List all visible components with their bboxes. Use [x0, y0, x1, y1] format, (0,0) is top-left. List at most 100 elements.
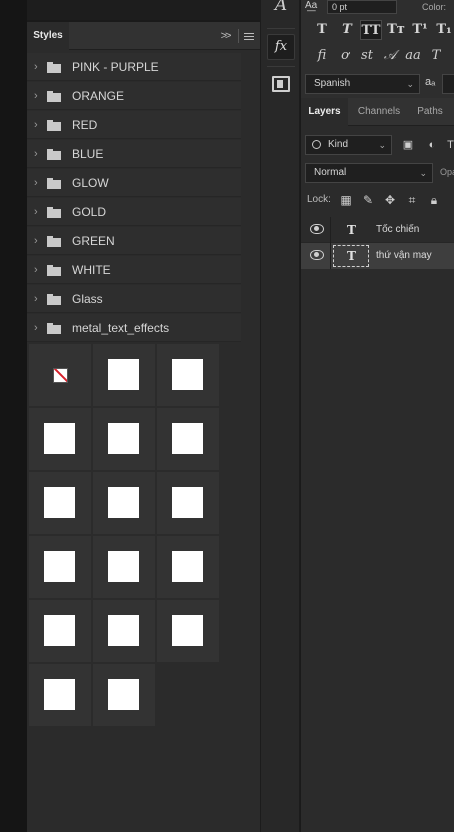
tracking-icon: A͟a — [305, 0, 318, 11]
tracking-input[interactable]: 0 pt — [327, 0, 397, 14]
visibility-eye-icon[interactable] — [310, 224, 324, 234]
style-group-row[interactable]: › WHITE — [27, 256, 241, 284]
tab-layers[interactable]: Layers — [301, 98, 348, 126]
lock-transparent-pixels-icon[interactable]: ▦ — [339, 193, 353, 207]
tab-styles[interactable]: Styles — [27, 22, 69, 50]
chevron-right-icon[interactable]: › — [34, 292, 38, 306]
layers-panel-tabs: Layers Channels Paths — [301, 98, 454, 126]
visibility-eye-icon[interactable] — [310, 250, 324, 260]
layer-row[interactable]: T Tốc chiến — [301, 217, 454, 243]
folder-icon — [47, 294, 61, 305]
swash-button[interactable]: 𝒜 — [379, 46, 401, 66]
chevron-right-icon[interactable]: › — [34, 234, 38, 248]
folder-icon — [47, 265, 61, 276]
style-group-label: GLOW — [72, 176, 109, 190]
folder-icon — [47, 207, 61, 218]
style-swatch[interactable] — [93, 536, 155, 598]
style-swatch[interactable] — [93, 664, 155, 726]
folder-icon — [47, 149, 61, 160]
default-style-swatch[interactable] — [29, 344, 91, 406]
style-swatch[interactable] — [157, 344, 219, 406]
language-select[interactable]: Spanish ⌄ — [305, 74, 420, 94]
styles-panel: Styles >> › PINK - PURPLE › ORANGE › RED › BLUE… — [27, 22, 260, 832]
blend-mode-select[interactable]: Normal ⌄ — [305, 163, 433, 183]
type-filter-icon[interactable]: T — [447, 138, 454, 152]
chevron-right-icon[interactable]: › — [34, 147, 38, 161]
lock-artboard-icon[interactable]: ⌗ — [405, 193, 419, 207]
style-swatch[interactable] — [157, 600, 219, 662]
pixel-filter-icon[interactable]: ▣ — [401, 138, 415, 152]
layer-comp-icon[interactable] — [272, 76, 290, 92]
discretionary-ligatures-button[interactable]: st — [356, 46, 378, 66]
style-swatch-preview — [44, 679, 75, 710]
character-panel-icon[interactable]: A — [271, 0, 291, 16]
chevron-right-icon[interactable]: › — [34, 263, 38, 277]
lock-position-icon[interactable]: ✥ — [383, 193, 397, 207]
styles-fx-button[interactable]: fx — [267, 34, 295, 60]
style-swatch[interactable] — [93, 600, 155, 662]
header-divider — [238, 29, 239, 43]
style-swatch[interactable] — [157, 472, 219, 534]
style-swatch[interactable] — [29, 664, 91, 726]
style-group-row[interactable]: › GREEN — [27, 227, 241, 255]
style-swatch[interactable] — [29, 472, 91, 534]
style-swatch[interactable] — [29, 536, 91, 598]
antialias-select[interactable] — [442, 74, 454, 94]
dock-divider — [267, 28, 295, 29]
all-caps-button[interactable]: TT — [360, 20, 382, 40]
style-group-row[interactable]: › metal_text_effects — [27, 314, 241, 342]
folder-icon — [47, 91, 61, 102]
style-swatch[interactable] — [93, 472, 155, 534]
style-group-row[interactable]: › GOLD — [27, 198, 241, 226]
chevron-right-icon[interactable]: › — [34, 118, 38, 132]
faux-italic-button[interactable]: T — [336, 20, 358, 40]
lock-image-pixels-icon[interactable]: ✎ — [361, 193, 375, 207]
style-swatch[interactable] — [93, 408, 155, 470]
style-group-row[interactable]: › GLOW — [27, 169, 241, 197]
subscript-button[interactable]: T₁ — [433, 20, 454, 40]
adjustment-filter-icon[interactable]: ◐ — [425, 138, 439, 152]
faux-bold-button[interactable]: T — [311, 20, 333, 40]
style-swatch-preview — [44, 487, 75, 518]
style-swatch[interactable] — [29, 408, 91, 470]
chevron-right-icon[interactable]: › — [34, 205, 38, 219]
chevron-right-icon[interactable]: › — [34, 89, 38, 103]
folder-icon — [47, 178, 61, 189]
chevron-right-icon[interactable]: › — [34, 321, 38, 335]
old-style-button[interactable]: ơ — [334, 46, 356, 66]
layer-name[interactable]: thứ vận may — [376, 243, 432, 269]
stylistic-alternates-button[interactable]: aa — [402, 46, 424, 66]
blend-mode-value: Normal — [314, 167, 347, 178]
style-swatch[interactable] — [29, 600, 91, 662]
tab-paths[interactable]: Paths — [409, 98, 451, 126]
panel-menu-icon[interactable] — [241, 28, 257, 44]
style-swatch-preview — [44, 423, 75, 454]
style-swatch[interactable] — [93, 344, 155, 406]
style-swatch-preview — [108, 551, 139, 582]
ligatures-button[interactable]: fi — [311, 46, 333, 66]
opacity-label: Opa — [440, 167, 454, 177]
style-group-row[interactable]: › PINK - PURPLE — [27, 53, 241, 81]
small-caps-button[interactable]: Tт — [385, 20, 407, 40]
style-swatch[interactable] — [157, 536, 219, 598]
chevron-down-icon: ⌄ — [419, 168, 427, 178]
tab-channels[interactable]: Channels — [350, 98, 408, 126]
superscript-button[interactable]: T¹ — [409, 20, 431, 40]
layer-name[interactable]: Tốc chiến — [376, 217, 419, 243]
lock-all-icon[interactable]: 🔒︎ — [427, 193, 441, 207]
folder-icon — [47, 236, 61, 247]
titling-alternates-button[interactable]: T — [425, 46, 447, 66]
chevron-right-icon[interactable]: › — [34, 60, 38, 74]
style-swatch[interactable] — [157, 408, 219, 470]
folder-icon — [47, 323, 61, 334]
style-group-row[interactable]: › ORANGE — [27, 82, 241, 110]
collapse-panel-icon[interactable]: >> — [217, 28, 233, 44]
chevron-right-icon[interactable]: › — [34, 176, 38, 190]
chevron-down-icon: ⌄ — [378, 140, 386, 150]
layer-row-selected[interactable]: T thứ vận may — [301, 243, 454, 269]
style-group-row[interactable]: › Glass — [27, 285, 241, 313]
canvas-top-edge — [27, 0, 260, 20]
style-group-row[interactable]: › RED — [27, 111, 241, 139]
layer-kind-filter[interactable]: Kind ⌄ — [305, 135, 392, 155]
style-group-row[interactable]: › BLUE — [27, 140, 241, 168]
